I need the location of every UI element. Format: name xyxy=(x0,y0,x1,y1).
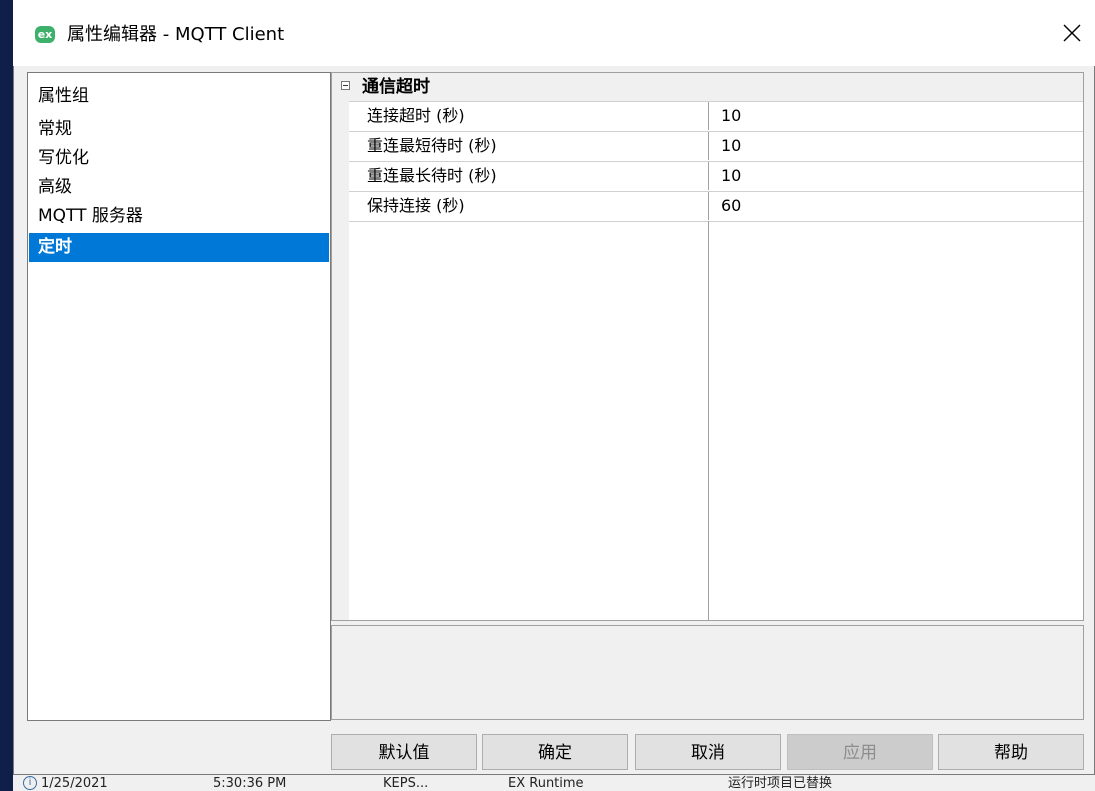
property-name: 重连最长待时 (秒) xyxy=(367,166,497,185)
event-date: 1/25/2021 xyxy=(41,776,108,791)
info-icon: i xyxy=(23,776,37,790)
property-value[interactable]: 10 xyxy=(708,162,1083,190)
property-value[interactable]: 10 xyxy=(708,102,1083,130)
ok-button[interactable]: 确定 xyxy=(482,734,628,770)
category-label: 通信超时 xyxy=(362,77,430,97)
grid-column-divider[interactable] xyxy=(708,221,709,620)
group-item-write-optimization[interactable]: 写优化 xyxy=(29,144,329,173)
grid-row-separator xyxy=(349,221,1083,222)
close-button[interactable] xyxy=(1049,12,1095,56)
group-item-advanced[interactable]: 高级 xyxy=(29,173,329,202)
property-name: 连接超时 (秒) xyxy=(367,106,465,125)
help-button[interactable]: 帮助 xyxy=(938,734,1084,770)
cancel-button[interactable]: 取消 xyxy=(635,734,781,770)
property-row[interactable]: 连接超时 (秒) 10 xyxy=(349,101,1083,130)
property-editor-dialog: ex 属性编辑器 - MQTT Client 属性组 常规 写优化 高级 MQT… xyxy=(13,0,1095,775)
property-name: 保持连接 (秒) xyxy=(367,196,465,215)
window-title: 属性编辑器 - MQTT Client xyxy=(67,24,285,45)
title-bar[interactable]: ex 属性编辑器 - MQTT Client xyxy=(13,0,1095,66)
category-row[interactable]: 通信超时 xyxy=(332,73,1083,101)
event-message: 运行时项目已替换 xyxy=(728,776,833,791)
group-item-general[interactable]: 常规 xyxy=(29,115,329,144)
description-panel xyxy=(331,625,1084,720)
grid-gutter xyxy=(332,73,349,620)
event-source: KEPS... xyxy=(383,776,429,791)
property-grid: 通信超时 连接超时 (秒) 10 重连最短待时 (秒) 10 重连最长待时 (秒… xyxy=(331,72,1084,621)
event-time: 5:30:36 PM xyxy=(213,776,287,791)
group-header: 属性组 xyxy=(38,86,89,106)
apply-button[interactable]: 应用 xyxy=(787,734,933,770)
background-event-log-row: i 1/25/2021 5:30:36 PM KEPS... EX Runtim… xyxy=(13,775,1095,791)
event-name: EX Runtime xyxy=(508,776,584,791)
background-app-edge xyxy=(0,0,13,791)
property-row[interactable]: 重连最长待时 (秒) 10 xyxy=(349,161,1083,190)
app-logo-icon: ex xyxy=(35,26,55,43)
property-value[interactable]: 60 xyxy=(708,192,1083,220)
property-row[interactable]: 重连最短待时 (秒) 10 xyxy=(349,131,1083,160)
property-name: 重连最短待时 (秒) xyxy=(367,136,497,155)
group-item-mqtt-server[interactable]: MQTT 服务器 xyxy=(29,202,329,231)
group-item-timing[interactable]: 定时 xyxy=(29,233,329,262)
defaults-button[interactable]: 默认值 xyxy=(331,734,477,770)
property-value[interactable]: 10 xyxy=(708,132,1083,160)
close-icon xyxy=(1063,24,1081,42)
collapse-icon[interactable] xyxy=(341,81,350,90)
property-group-list[interactable]: 属性组 常规 写优化 高级 MQTT 服务器 定时 xyxy=(27,72,331,721)
property-row[interactable]: 保持连接 (秒) 60 xyxy=(349,191,1083,220)
